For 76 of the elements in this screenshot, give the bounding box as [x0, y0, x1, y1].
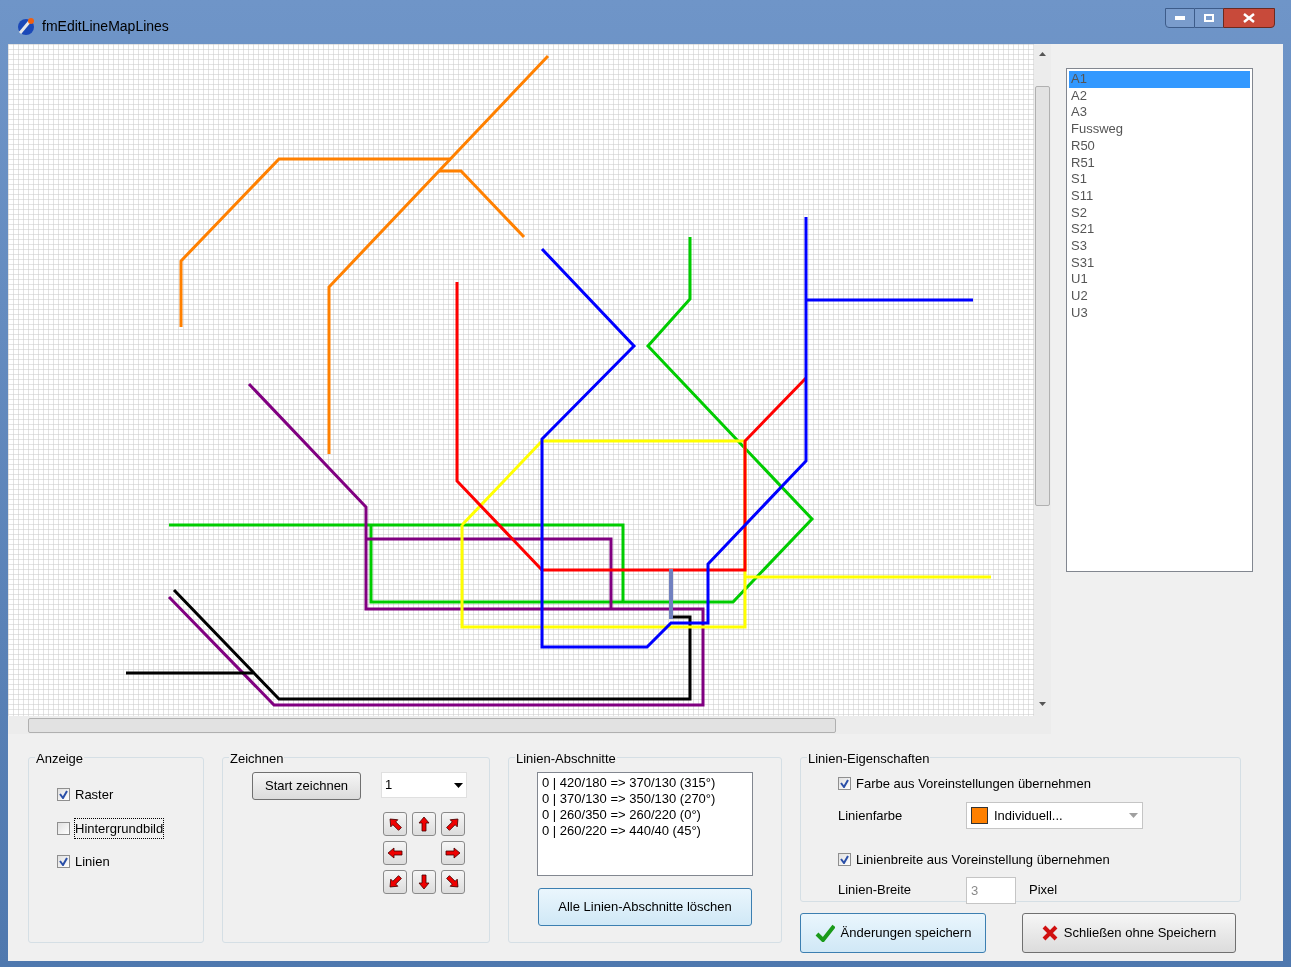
- arrow-icon: [387, 874, 404, 890]
- maximize-button[interactable]: [1195, 8, 1223, 28]
- line-map-drawing[interactable]: [8, 44, 1034, 716]
- list-item[interactable]: R50: [1069, 137, 1250, 155]
- start-drawing-button[interactable]: Start zeichnen: [252, 772, 362, 800]
- list-item[interactable]: A3: [1069, 104, 1250, 122]
- list-item[interactable]: S2: [1069, 204, 1250, 222]
- minimize-icon: [1175, 16, 1185, 20]
- save-button[interactable]: Änderungen speichern: [800, 913, 986, 953]
- list-item[interactable]: S21: [1069, 221, 1250, 239]
- scroll-up-icon[interactable]: [1039, 52, 1046, 56]
- window-title: fmEditLineMapLines: [42, 16, 169, 36]
- arrow-button[interactable]: [383, 841, 408, 865]
- vertical-scrollbar[interactable]: [1034, 44, 1051, 716]
- list-item[interactable]: S11: [1069, 187, 1250, 205]
- list-item[interactable]: S31: [1069, 254, 1250, 272]
- dropdown-value: 1: [385, 776, 393, 795]
- dropdown-caret-icon: [1129, 813, 1138, 818]
- arrow-button[interactable]: [441, 812, 466, 836]
- scrollbar-thumb[interactable]: [28, 717, 836, 733]
- arrow-button[interactable]: [412, 812, 437, 836]
- close-button[interactable]: [1223, 8, 1275, 28]
- checkbox[interactable]: [57, 821, 70, 835]
- list-item[interactable]: Fussweg: [1069, 121, 1250, 138]
- unit-label: Pixel: [1029, 881, 1058, 900]
- checkbox[interactable]: [57, 855, 70, 869]
- delete-segments-button[interactable]: Alle Linien-Abschnitte löschen: [538, 888, 752, 926]
- step-dropdown[interactable]: 1: [381, 772, 468, 798]
- segment-item[interactable]: 0 | 260/350 => 260/220 (0°): [542, 807, 748, 823]
- checkbox[interactable]: [57, 788, 70, 802]
- app-icon: [16, 16, 36, 36]
- arrow-button[interactable]: [412, 870, 437, 894]
- close-without-saving-button[interactable]: Schließen ohne Speichern: [1022, 913, 1236, 953]
- list-item[interactable]: U3: [1069, 304, 1250, 322]
- list-item[interactable]: R51: [1069, 154, 1250, 172]
- scrollbar-thumb[interactable]: [1035, 86, 1050, 506]
- arrow-button[interactable]: [383, 812, 408, 836]
- arrow-icon: [416, 816, 433, 832]
- segment-item[interactable]: 0 | 260/220 => 440/40 (45°): [542, 823, 748, 839]
- dropdown-caret-icon: [454, 782, 464, 788]
- list-item[interactable]: S3: [1069, 238, 1250, 255]
- maximize-icon: [1204, 14, 1214, 22]
- list-item[interactable]: U1: [1069, 271, 1250, 289]
- arrow-button[interactable]: [441, 870, 466, 894]
- line-list[interactable]: A1 A2 A3 Fussweg R50 R51 S1 S11 S2 S21 S3 S31 U1 U2 U3: [1066, 68, 1253, 572]
- close-icon: [1243, 13, 1255, 23]
- checkbox-label[interactable]: Farbe aus Voreinstellungen übernehmen: [855, 773, 1092, 795]
- checkmark-icon: [814, 924, 835, 942]
- arrow-icon: [387, 845, 404, 861]
- field-label: Linienfarbe: [838, 806, 904, 825]
- color-dropdown[interactable]: Individuell...: [966, 802, 1143, 829]
- field-label: Linien-Breite: [838, 881, 912, 900]
- arrow-icon: [445, 845, 462, 861]
- segment-item[interactable]: 0 | 420/180 => 370/130 (315°): [542, 775, 748, 791]
- checkbox-label[interactable]: Raster: [74, 784, 115, 806]
- scroll-down-icon[interactable]: [1039, 702, 1046, 706]
- checkbox[interactable]: [838, 852, 851, 866]
- minimize-button[interactable]: [1165, 8, 1195, 28]
- checkbox-label[interactable]: Linienbreite aus Voreinstellung übernehmen: [855, 848, 1111, 870]
- arrow-icon: [387, 816, 404, 832]
- checkbox[interactable]: [838, 777, 851, 791]
- list-item[interactable]: A2: [1069, 87, 1250, 105]
- arrow-icon: [445, 816, 462, 832]
- arrow-button[interactable]: [441, 841, 466, 865]
- segment-list[interactable]: 0 | 420/180 => 370/130 (315°) 0 | 370/130 => 350/130 (270°) 0 | 260/350 => 260/220 (0°) 0 | 260/220 => 440/40 (45°): [537, 772, 753, 876]
- arrow-icon: [445, 874, 462, 890]
- checkbox-label[interactable]: Hintergrundbild: [74, 817, 165, 839]
- checkbox-label[interactable]: Linien: [74, 851, 111, 873]
- arrow-icon: [416, 874, 433, 890]
- segment-item[interactable]: 0 | 370/130 => 350/130 (270°): [542, 791, 748, 807]
- close-icon: [1041, 925, 1058, 941]
- list-item[interactable]: S1: [1069, 171, 1250, 188]
- horizontal-scrollbar[interactable]: [8, 716, 1051, 734]
- arrow-button[interactable]: [383, 870, 408, 894]
- dropdown-value: Individuell...: [994, 806, 1063, 825]
- list-item[interactable]: U2: [1069, 288, 1250, 305]
